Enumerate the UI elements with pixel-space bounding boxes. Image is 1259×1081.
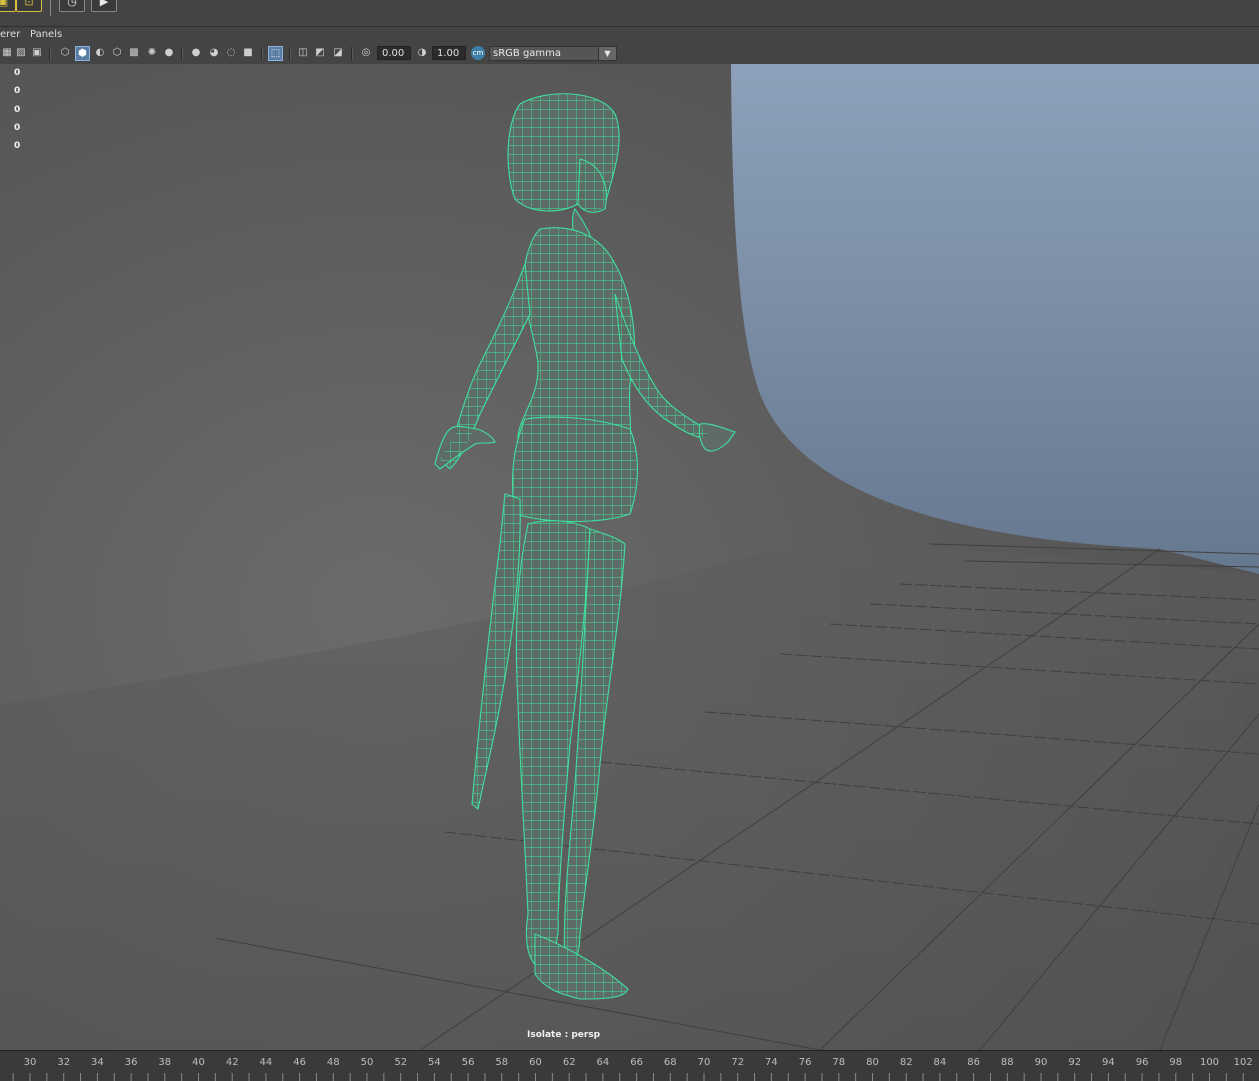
- menu-panels[interactable]: Panels: [30, 29, 62, 40]
- anti-aliasing-icon[interactable]: ◌: [224, 46, 238, 60]
- exposure-icon[interactable]: ◎: [359, 46, 373, 60]
- timeline-frame-label: 54: [428, 1057, 441, 1068]
- hud-value: 0: [14, 141, 21, 152]
- hud-value: 0: [14, 86, 21, 97]
- grid-toggle-icon[interactable]: ▦: [0, 46, 14, 60]
- shelf: ▣ ⊡ ◷ ▶: [0, 0, 1259, 27]
- timeline-frame-label: 92: [1068, 1057, 1081, 1068]
- timeline-frame-label: 50: [361, 1057, 374, 1068]
- time-slider[interactable]: 30 32 34 36 38 40 42 44 46 48 50 52 54 56 58 60 62 64 66 68…: [0, 1050, 1259, 1081]
- timeline-frame-label: 78: [832, 1057, 845, 1068]
- timeline-frame-label: 74: [765, 1057, 778, 1068]
- timeline-frame-label: 80: [866, 1057, 879, 1068]
- chevron-down-icon[interactable]: ▼: [598, 47, 616, 60]
- xray-icon[interactable]: ◫: [296, 46, 310, 60]
- color-space-value: sRGB gamma: [493, 48, 562, 59]
- timeline-frame-label: 70: [698, 1057, 711, 1068]
- timeline-frame-label: 64: [597, 1057, 610, 1068]
- timeline-frame-label: 44: [260, 1057, 273, 1068]
- wireframe-icon[interactable]: ⬡: [58, 46, 72, 60]
- timeline-frame-label: 98: [1169, 1057, 1182, 1068]
- shadows-icon[interactable]: ●: [162, 46, 176, 60]
- shelf-snap-icon[interactable]: ⊡: [16, 0, 42, 12]
- textured-icon[interactable]: ▩: [127, 46, 141, 60]
- hud-value: 0: [14, 122, 21, 133]
- timeline-frame-label: 82: [900, 1057, 913, 1068]
- timeline-frame-label: 84: [934, 1057, 947, 1068]
- timeline-frame-label: 102: [1234, 1057, 1253, 1068]
- hud-poly-count: 0 0 0 0 0: [14, 64, 20, 155]
- color-management-icon[interactable]: cm: [471, 46, 485, 60]
- timeline-frame-label: 94: [1102, 1057, 1115, 1068]
- motion-blur-icon[interactable]: ◕: [207, 46, 221, 60]
- smooth-shade-icon[interactable]: ⬢: [75, 46, 90, 61]
- timeline-frame-label: 52: [394, 1057, 407, 1068]
- default-material-icon[interactable]: ◐: [93, 46, 107, 60]
- wireframe-on-shaded-icon[interactable]: ⬡: [110, 46, 124, 60]
- hud-value: 0: [14, 68, 21, 78]
- timeline-frame-label: 62: [563, 1057, 576, 1068]
- timeline-frame-label: 86: [967, 1057, 980, 1068]
- gamma-field[interactable]: 1.00: [432, 46, 466, 60]
- isolate-select-icon[interactable]: ⬚: [268, 46, 283, 61]
- timeline-frame-label: 60: [529, 1057, 542, 1068]
- timeline-frame-label: 72: [731, 1057, 744, 1068]
- lights-icon[interactable]: ✺: [145, 46, 159, 60]
- timeline-frame-label: 46: [293, 1057, 306, 1068]
- hud-value: 0: [14, 104, 21, 115]
- timeline-frame-label: 58: [495, 1057, 508, 1068]
- timeline-frame-label: 66: [630, 1057, 643, 1068]
- persp-viewport[interactable]: 0 0 0 0 0 Isolate : persp: [0, 64, 1259, 1050]
- gamma-icon[interactable]: ◑: [415, 46, 429, 60]
- timeline-frame-label: 30: [24, 1057, 37, 1068]
- menu-renderer[interactable]: erer: [0, 29, 20, 40]
- timeline-frame-label: 36: [125, 1057, 138, 1068]
- panel-menubar: erer Panels: [0, 27, 1259, 44]
- xray-joints-icon[interactable]: ◩: [313, 46, 327, 60]
- exposure-field[interactable]: 0.00: [377, 46, 411, 60]
- timeline-frame-label: 48: [327, 1057, 340, 1068]
- timeline-frame-label: 76: [799, 1057, 812, 1068]
- render-history-icon[interactable]: ◷: [59, 0, 85, 12]
- timeline-frame-label: 96: [1136, 1057, 1149, 1068]
- timeline-frame-label: 38: [158, 1057, 171, 1068]
- depth-of-field-icon[interactable]: ■: [241, 46, 255, 60]
- timeline-frame-label: 68: [664, 1057, 677, 1068]
- time-slider-ruler: 30 32 34 36 38 40 42 44 46 48 50 52 54 56 58 60 62 64 66 68…: [12, 1057, 1253, 1081]
- screen-space-ao-icon[interactable]: ●: [189, 46, 203, 60]
- color-space-dropdown[interactable]: sRGB gamma ▼: [489, 46, 617, 61]
- shelf-tool-icon[interactable]: ▣: [0, 0, 16, 12]
- timeline-frame-label: 88: [1001, 1057, 1014, 1068]
- timeline-frame-label: 42: [226, 1057, 239, 1068]
- xray-active-icon[interactable]: ◪: [331, 46, 345, 60]
- film-gate-icon[interactable]: ▨: [14, 46, 28, 60]
- scene-render: [0, 64, 1259, 1050]
- viewport-toolbar: ▦ ▨ ▣ ⬡ ⬢ ◐ ⬡ ▩ ✺ ● ● ◕ ◌ ■ ⬚ ◫ ◩ ◪ ◎ 0.…: [0, 44, 1259, 65]
- resolution-gate-icon[interactable]: ▣: [30, 46, 44, 60]
- timeline-frame-label: 56: [462, 1057, 475, 1068]
- timeline-frame-label: 90: [1035, 1057, 1048, 1068]
- timeline-frame-label: 40: [192, 1057, 205, 1068]
- timeline-frame-label: 100: [1200, 1057, 1219, 1068]
- timeline-frame-label: 34: [91, 1057, 104, 1068]
- timeline-frame-label: 32: [57, 1057, 70, 1068]
- shelf-divider: [50, 0, 51, 16]
- camera-label: Isolate : persp: [527, 1030, 601, 1040]
- playblast-icon[interactable]: ▶: [91, 0, 117, 12]
